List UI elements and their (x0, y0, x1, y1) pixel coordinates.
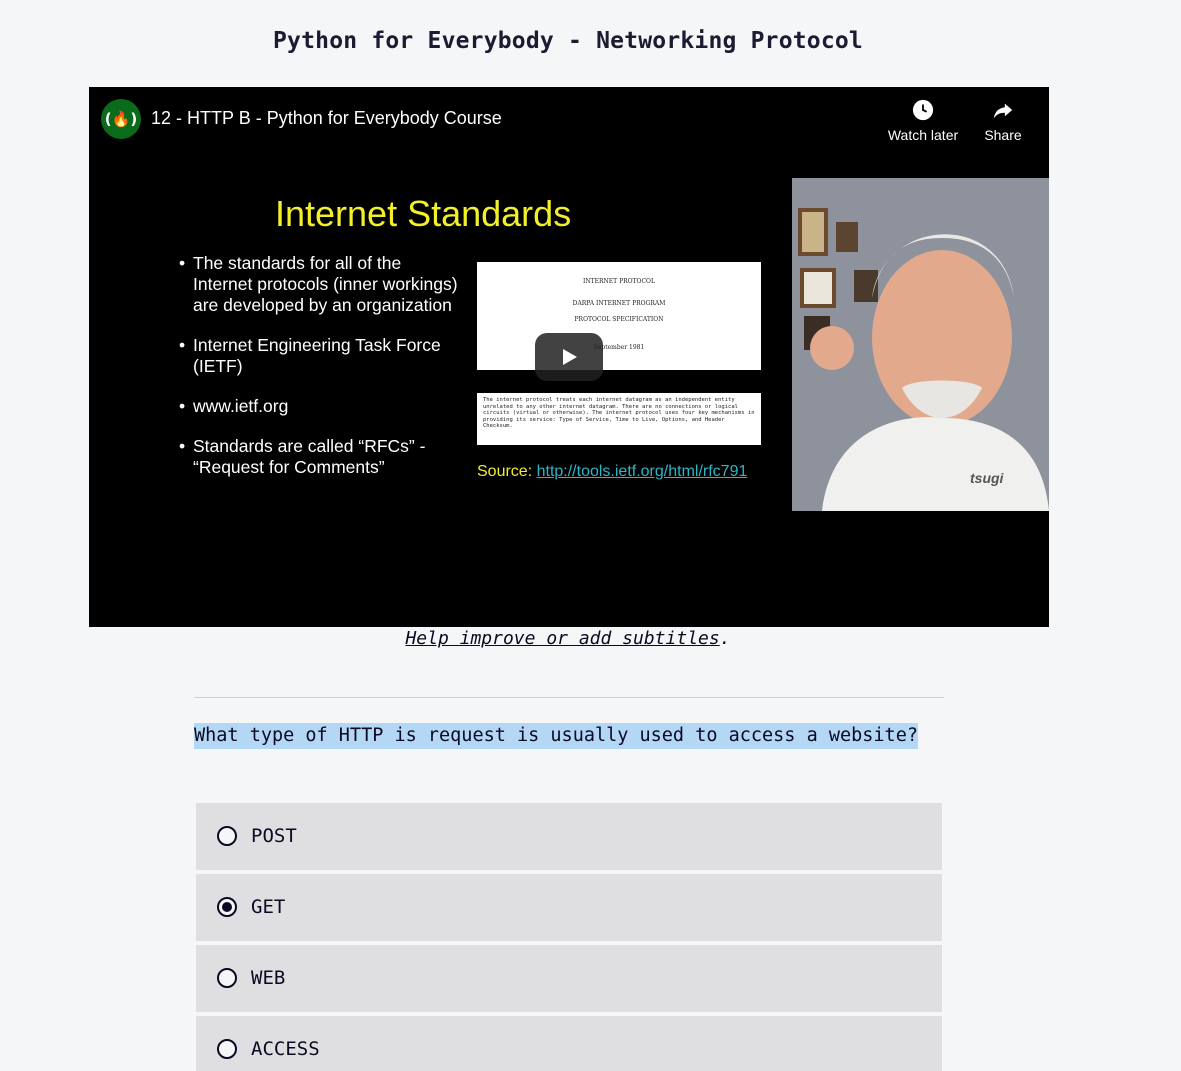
subtitles-suffix: . (719, 628, 731, 649)
slide-bullet: Standards are called “RFCs” - “Request f… (179, 436, 459, 478)
share-button[interactable]: Share (963, 99, 1043, 143)
video-title[interactable]: 12 - HTTP B - Python for Everybody Cours… (151, 108, 502, 129)
slide-bullets: The standards for all of the Internet pr… (179, 253, 459, 497)
answer-option-post[interactable]: POST (196, 803, 942, 870)
doc-line: September 1981 (593, 344, 645, 351)
share-label: Share (984, 127, 1022, 143)
answer-options: POST GET WEB ACCESS (196, 803, 942, 1071)
answer-option-web[interactable]: WEB (196, 945, 942, 1012)
video-player[interactable]: (🔥) 12 - HTTP B - Python for Everybody C… (89, 87, 1049, 627)
radio-unchecked-icon[interactable] (217, 1039, 237, 1059)
shirt-logo: tsugi (970, 470, 1004, 486)
subtitles-help: Help improve or add subtitles. (0, 628, 1136, 649)
rfc-document-image: INTERNET PROTOCOL DARPA INTERNET PROGRAM… (477, 262, 761, 370)
radio-unchecked-icon[interactable] (217, 968, 237, 988)
play-button[interactable] (535, 333, 603, 381)
presenter-image (792, 178, 1049, 511)
slide-bullet: www.ietf.org (179, 396, 459, 417)
answer-option-get[interactable]: GET (196, 874, 942, 941)
doc-line: DARPA INTERNET PROGRAM (572, 300, 666, 307)
slide-source: Source: http://tools.ietf.org/html/rfc79… (477, 463, 747, 481)
doc-line: PROTOCOL SPECIFICATION (574, 316, 664, 323)
answer-option-label: POST (251, 825, 297, 847)
quiz-question: What type of HTTP is request is usually … (194, 723, 918, 749)
play-icon (563, 349, 577, 365)
slide-bullet: Internet Engineering Task Force (IETF) (179, 335, 459, 377)
watch-later-label: Watch later (887, 127, 959, 143)
answer-option-label: ACCESS (251, 1038, 320, 1060)
divider (194, 697, 944, 698)
help-subtitles-link[interactable]: Help improve or add subtitles (405, 628, 719, 649)
source-link: http://tools.ietf.org/html/rfc791 (536, 463, 748, 480)
clock-icon (912, 99, 934, 121)
watch-later-button[interactable]: Watch later (883, 99, 963, 143)
page-title: Python for Everybody - Networking Protoc… (273, 28, 863, 54)
channel-logo-icon[interactable]: (🔥) (101, 99, 141, 139)
answer-option-access[interactable]: ACCESS (196, 1016, 942, 1071)
page: Python for Everybody - Networking Protoc… (0, 0, 1181, 1071)
source-label: Source: (477, 463, 533, 480)
rfc-excerpt: The internet protocol treats each intern… (477, 393, 761, 445)
slide-bullet: The standards for all of the Internet pr… (179, 253, 459, 316)
answer-option-label: WEB (251, 967, 286, 989)
answer-option-label: GET (251, 896, 286, 918)
doc-line: INTERNET PROTOCOL (583, 278, 655, 285)
slide-heading: Internet Standards (275, 193, 572, 234)
share-arrow-icon (993, 103, 1013, 119)
radio-checked-icon[interactable] (217, 897, 237, 917)
radio-unchecked-icon[interactable] (217, 826, 237, 846)
presenter-video: tsugi (792, 178, 1049, 511)
